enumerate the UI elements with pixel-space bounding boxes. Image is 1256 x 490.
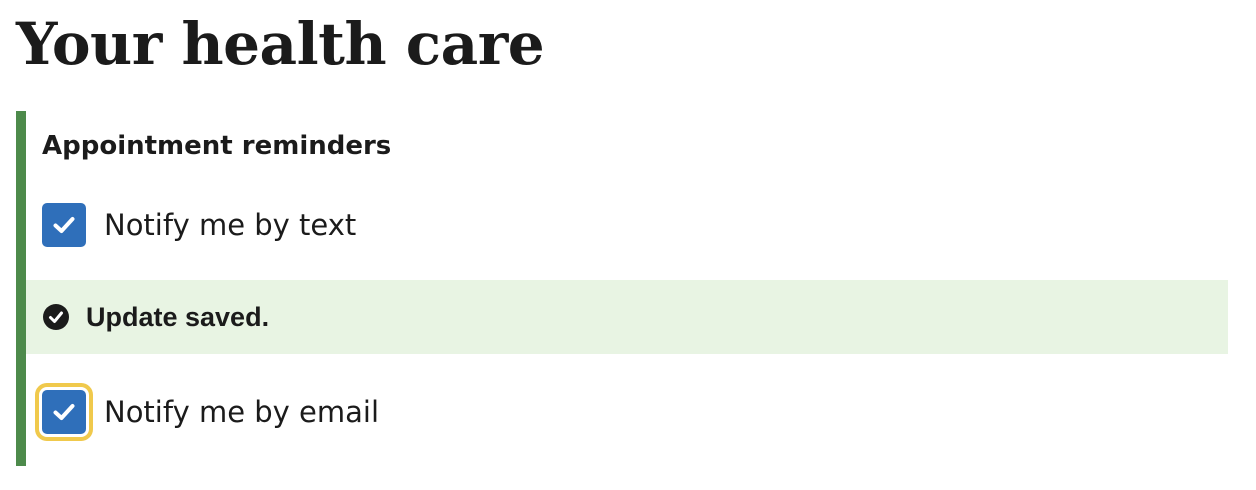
notify-email-option[interactable]: Notify me by email <box>42 390 379 434</box>
fieldset-legend: Appointment reminders <box>42 131 392 161</box>
appointment-reminders-fieldset: Appointment reminders Notify me by text … <box>16 111 1228 466</box>
alert-message: Update saved. <box>86 302 270 332</box>
check-circle-icon <box>42 303 70 331</box>
notify-text-label: Notify me by text <box>104 208 357 242</box>
success-alert: Update saved. <box>26 280 1228 354</box>
notify-email-checkbox[interactable] <box>42 390 86 434</box>
page-title: Your health care <box>16 10 545 78</box>
notify-email-label: Notify me by email <box>104 395 380 429</box>
notify-text-option[interactable]: Notify me by text <box>42 203 356 247</box>
notify-text-checkbox[interactable] <box>42 203 86 247</box>
checkmark-icon <box>53 217 75 233</box>
checkmark-icon <box>53 404 75 420</box>
